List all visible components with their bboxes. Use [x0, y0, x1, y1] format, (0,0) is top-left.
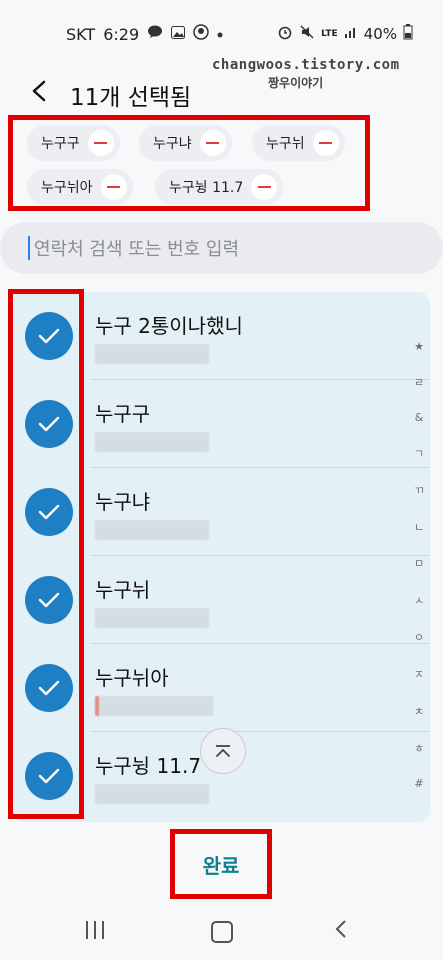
index-letter[interactable]: ㅈ: [414, 666, 424, 682]
contact-detail-blurred: [95, 344, 209, 364]
index-letter[interactable]: ㄱ: [414, 445, 424, 461]
contact-detail-blurred: [95, 608, 209, 628]
gallery-icon: [171, 25, 186, 43]
chip-selected-contact[interactable]: 누구뉘: [252, 125, 345, 161]
index-letter[interactable]: ㄹ: [414, 374, 424, 390]
chip-selected-contact[interactable]: 누구냐: [139, 125, 232, 161]
checkbox-column-highlight: [8, 289, 84, 819]
chevron-up-double-icon: [216, 745, 230, 757]
signal-icon: [344, 25, 358, 43]
contact-detail-blurred: [95, 432, 209, 452]
recent-apps-icon[interactable]: [86, 921, 104, 939]
remove-icon[interactable]: [312, 130, 339, 156]
index-scroller[interactable]: ★ ㄹ & ㄱ ㄲ ㄴ ㅁ ㅅ ㅇ ㅈ ㅊ ㅎ #: [408, 340, 430, 790]
mute-icon: [299, 24, 315, 44]
chip-label: 누구뉘: [266, 136, 305, 152]
contact-name: 누구뉘: [95, 578, 151, 602]
system-nav-bar: [0, 905, 443, 960]
dot-icon: [217, 26, 223, 42]
network-label: LTE: [321, 29, 338, 39]
index-letter[interactable]: ㅁ: [414, 555, 424, 571]
clock: 6:29: [103, 24, 140, 44]
contact-name: 누구 2통이나했니: [95, 314, 243, 338]
search-input[interactable]: [32, 232, 416, 266]
contact-detail-blurred: [95, 696, 213, 716]
back-button[interactable]: [22, 74, 56, 108]
alarm-icon: [277, 24, 293, 44]
contact-detail-blurred: [95, 520, 209, 540]
search-bar: [0, 222, 443, 274]
index-letter[interactable]: &: [415, 411, 424, 424]
index-letter[interactable]: ㅅ: [414, 592, 424, 608]
contact-name: 누구뉘아: [95, 666, 169, 690]
index-letter[interactable]: ★: [414, 340, 424, 353]
index-letter[interactable]: ㄲ: [414, 482, 424, 498]
chip-label: 누구냐: [153, 136, 192, 152]
index-letter[interactable]: ㅎ: [414, 740, 424, 756]
text-cursor: [28, 236, 30, 260]
chip-selected-contact[interactable]: 누구뉭 11.7: [155, 169, 284, 205]
remove-icon[interactable]: [87, 130, 114, 156]
home-icon[interactable]: [211, 921, 233, 943]
remove-icon[interactable]: [100, 174, 127, 200]
status-right: LTE 40%: [277, 24, 413, 44]
chevron-left-icon: [32, 80, 46, 102]
remove-icon[interactable]: [199, 130, 226, 156]
battery-icon: [403, 24, 413, 44]
app-header: 11개 선택됨: [0, 70, 443, 114]
chip-selected-contact[interactable]: 누구뉘아: [27, 169, 133, 205]
done-button[interactable]: 완료: [180, 840, 262, 888]
chip-selected-contact[interactable]: 누구구: [27, 125, 120, 161]
remove-icon[interactable]: [251, 174, 278, 200]
index-letter[interactable]: #: [414, 777, 423, 790]
index-letter[interactable]: ㅇ: [414, 629, 424, 645]
chip-label: 누구뉘아: [41, 180, 93, 196]
carrier: SKT: [66, 24, 96, 44]
location-icon: [193, 24, 209, 44]
index-letter[interactable]: ㅊ: [414, 703, 424, 719]
chip-label: 누구구: [41, 136, 80, 152]
contact-name: 누구뉭 11.7: [95, 754, 202, 778]
contact-name: 누구구: [95, 402, 151, 426]
status-bar: SKT 6:29 LTE 40%: [0, 0, 443, 60]
index-letter[interactable]: ㄴ: [414, 519, 424, 535]
contact-name: 누구냐: [95, 490, 151, 514]
page-title: 11개 선택됨: [70, 85, 192, 111]
back-icon[interactable]: [335, 919, 347, 943]
status-left: SKT 6:29: [66, 24, 223, 44]
contact-detail-blurred: [95, 784, 209, 804]
chip-label: 누구뉭 11.7: [169, 180, 244, 196]
scroll-to-top-button[interactable]: [200, 728, 246, 774]
talk-icon: [147, 25, 163, 43]
battery-level: 40%: [363, 25, 397, 43]
